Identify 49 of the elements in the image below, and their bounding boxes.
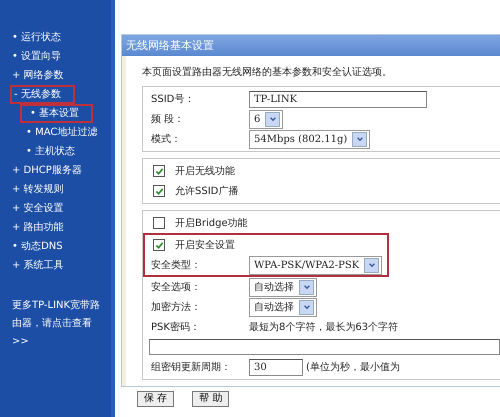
caret-icon [356, 135, 364, 143]
menu-item[interactable]: • 运行状态 [0, 28, 62, 47]
checkbox[interactable] [153, 165, 165, 177]
checkbox[interactable] [153, 239, 165, 251]
checkbox-label: 开启Bridge功能 [175, 216, 248, 230]
menu-item[interactable]: + 网络参数 [0, 66, 64, 85]
form-button[interactable]: 帮 助 [192, 391, 230, 407]
menu-item[interactable]: + 系统工具 [0, 256, 64, 275]
password-field[interactable] [149, 339, 500, 355]
menu-item[interactable]: + 安全设置 [0, 199, 64, 218]
checkbox-label: 开启安全设置 [175, 238, 235, 252]
field-label: 频 段： [151, 112, 186, 126]
caret-icon [368, 261, 376, 269]
input-field[interactable]: TP-LINK [249, 90, 427, 108]
dropdown[interactable]: 54Mbps (802.11g) [249, 130, 370, 148]
menu-item[interactable]: + DHCP服务器 [0, 161, 82, 180]
more-products-link[interactable]: 更多TP-LINK宽带路由器，请点击查看 >> [12, 297, 107, 351]
caret-icon [268, 115, 277, 123]
dropdown[interactable]: 自动选择 [249, 278, 317, 296]
highlighted-menu-item[interactable]: - 无线参数 [10, 85, 75, 104]
hint-text: 最短为8个字符，最长为63个字符 [249, 320, 398, 334]
caret-icon [302, 303, 310, 311]
hint-text: (单位为秒，最小值为 [306, 360, 400, 374]
dropdown[interactable]: 6 [249, 110, 284, 128]
field-label: 模式： [151, 132, 182, 146]
checkbox[interactable] [153, 217, 165, 229]
menu-item[interactable]: + 路由功能 [0, 218, 64, 237]
submenu-item[interactable]: • 主机状态 [16, 142, 76, 161]
checkbox-label: 允许SSID广播 [175, 184, 238, 198]
field-label: PSK密码： [151, 320, 201, 334]
field-label: 加密方法： [151, 300, 202, 314]
field-label: 安全选项： [151, 280, 202, 294]
description: 本页面设置路由器无线网络的基本参数和安全认证选项。 [142, 66, 393, 80]
checkbox-label: 开启无线功能 [175, 164, 235, 178]
highlighted-submenu-item[interactable]: • 基本设置 [20, 104, 94, 123]
caret-icon [302, 283, 310, 291]
input-field[interactable]: 30 [249, 358, 303, 376]
menu-item[interactable]: + 转发规则 [0, 180, 64, 199]
menu-item[interactable]: • 设置向导 [0, 47, 62, 66]
dropdown[interactable]: 自动选择 [249, 298, 317, 316]
field-label: SSID号： [151, 93, 196, 106]
submenu-item[interactable]: • MAC地址过滤 [16, 123, 98, 142]
form-button[interactable]: 保 存 [137, 391, 174, 407]
field-label: 安全类型： [151, 258, 202, 272]
dropdown[interactable]: WPA-PSK/WPA2-PSK [249, 256, 382, 274]
checkbox[interactable] [153, 185, 165, 197]
menu-item[interactable]: • 动态DNS [0, 237, 63, 256]
panel-title: 无线网络基本设置 [122, 35, 500, 56]
field-label: 组密钥更新周期： [151, 360, 232, 374]
